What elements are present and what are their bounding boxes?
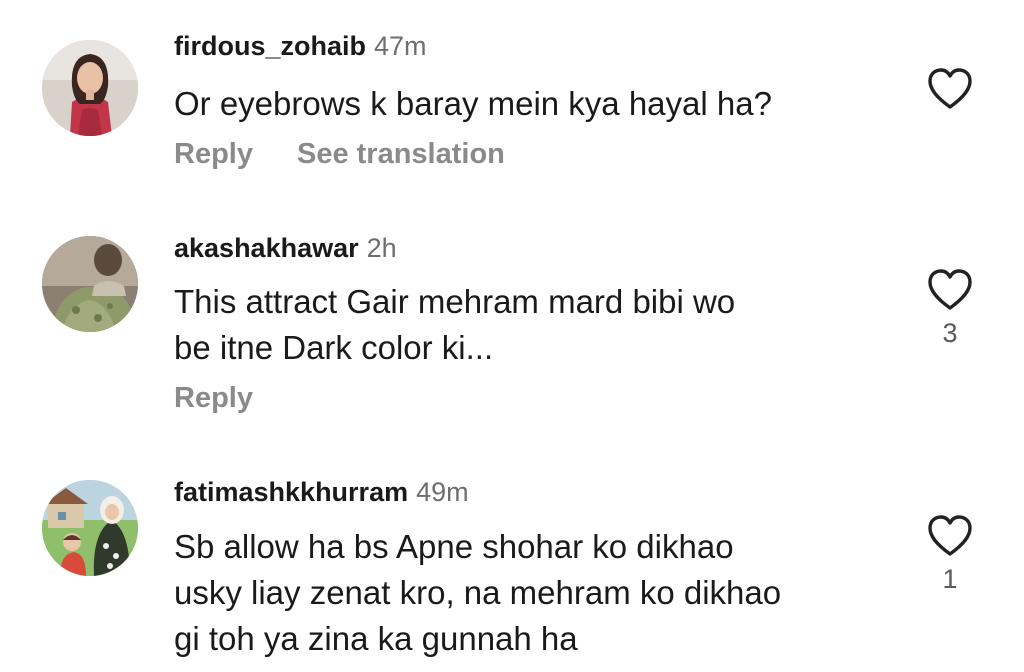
comment-timestamp: 2h bbox=[366, 233, 397, 263]
like-control: 3 bbox=[924, 268, 976, 350]
comment-text: Sb allow ha bs Apne shohar ko dikhao usk… bbox=[174, 524, 781, 662]
comment-meta: akashakhawar 2h bbox=[174, 228, 397, 268]
comment-text: Or eyebrows k baray mein kya hayal ha? bbox=[174, 81, 772, 127]
comment-username[interactable]: akashakhawar bbox=[174, 233, 359, 263]
comment-text-line: be itne Dark color ki... bbox=[174, 329, 494, 366]
like-count: 1 bbox=[942, 564, 958, 594]
comment-text-line: usky liay zenat kro, na mehram ko dikhao bbox=[174, 574, 782, 611]
heart-outline-icon[interactable] bbox=[926, 67, 974, 111]
comment-actions: Reply See translation bbox=[174, 134, 505, 174]
comment-text-line: Or eyebrows k baray mein kya hayal ha? bbox=[174, 85, 772, 122]
comment-text-line: Sb allow ha bs Apne shohar ko dikhao bbox=[174, 528, 734, 565]
comment-text-line: This attract Gair mehram mard bibi wo bbox=[174, 283, 736, 320]
reply-button[interactable]: Reply bbox=[174, 138, 253, 170]
like-control: 1 bbox=[924, 514, 976, 596]
comment-meta: fatimashkkhurram 49m bbox=[174, 472, 469, 512]
see-translation-button[interactable]: See translation bbox=[297, 138, 505, 170]
avatar[interactable] bbox=[42, 236, 138, 332]
avatar-image bbox=[42, 236, 138, 332]
heart-outline-icon[interactable] bbox=[926, 268, 974, 312]
comment-actions: Reply bbox=[174, 378, 253, 418]
avatar[interactable] bbox=[42, 480, 138, 576]
comment-text: This attract Gair mehram mard bibi wo be… bbox=[174, 279, 735, 371]
avatar-image bbox=[42, 40, 138, 136]
comment-timestamp: 49m bbox=[416, 477, 469, 507]
like-control bbox=[924, 67, 976, 111]
comment-meta: firdous_zohaib 47m bbox=[174, 26, 427, 66]
comment-username[interactable]: fatimashkkhurram bbox=[174, 477, 408, 507]
comment-text-line: gi toh ya zina ka gunnah ha bbox=[174, 620, 578, 657]
like-count: 3 bbox=[942, 318, 958, 348]
avatar-image bbox=[42, 480, 138, 576]
comment-timestamp: 47m bbox=[374, 31, 427, 61]
avatar[interactable] bbox=[42, 40, 138, 136]
heart-outline-icon[interactable] bbox=[926, 514, 974, 558]
comment-username[interactable]: firdous_zohaib bbox=[174, 31, 366, 61]
reply-button[interactable]: Reply bbox=[174, 382, 253, 414]
